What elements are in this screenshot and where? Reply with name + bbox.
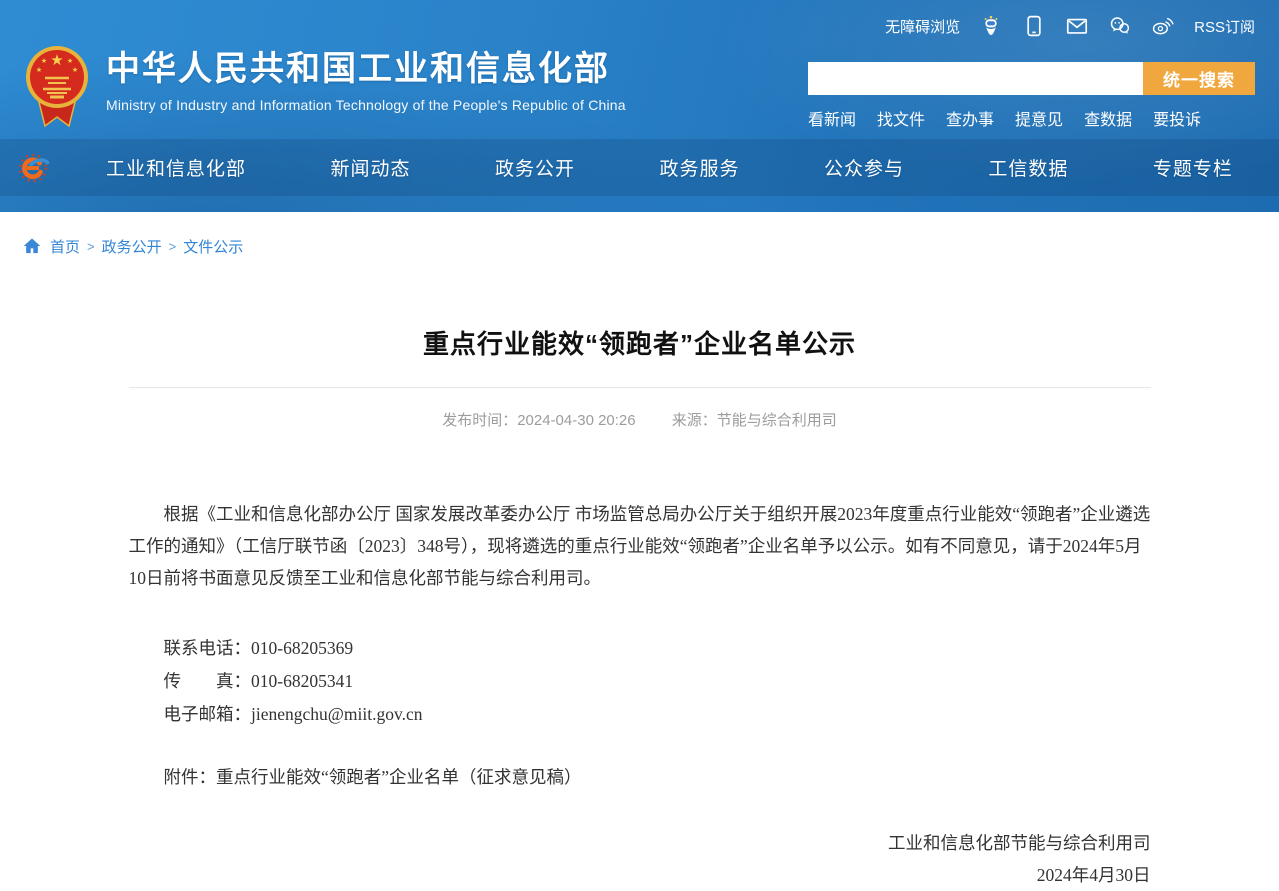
quick-links: 看新闻 找文件 查办事 提意见 查数据 要投诉 [808, 106, 1255, 130]
page: 无障碍浏览 [0, 0, 1279, 891]
utility-bar: 无障碍浏览 [885, 14, 1255, 38]
svg-text:★: ★ [36, 66, 42, 74]
national-emblem-icon: ★ ★ ★ ★ ★ [24, 44, 90, 130]
breadcrumb-gov-affairs[interactable]: 政务公开 [102, 236, 162, 257]
svg-text:★: ★ [50, 52, 63, 69]
rss-link[interactable]: RSS订阅 [1194, 16, 1255, 37]
weibo-icon[interactable] [1151, 14, 1175, 38]
quick-link-data[interactable]: 查数据 [1084, 106, 1132, 130]
wechat-icon[interactable] [1108, 14, 1132, 38]
signature-org: 工业和信息化部节能与综合利用司 [129, 827, 1151, 859]
robot-assistant-icon[interactable] [979, 14, 1003, 38]
site-title-block: 中华人民共和国工业和信息化部 Ministry of Industry and … [106, 44, 626, 113]
contact-block: 联系电话：010-68205369 传 真：010-68205341 电子邮箱：… [129, 632, 1151, 731]
site-header: 无障碍浏览 [0, 0, 1279, 212]
breadcrumb-separator: > [169, 239, 177, 254]
signature-date: 2024年4月30日 [129, 859, 1151, 891]
nav-item-special-topics[interactable]: 专题专栏 [1153, 154, 1233, 181]
gov-site-e-icon [18, 152, 50, 184]
quick-link-news[interactable]: 看新闻 [808, 106, 856, 130]
breadcrumb-separator: > [87, 239, 95, 254]
contact-email: 电子邮箱：jienengchu@miit.gov.cn [129, 698, 1151, 731]
svg-text:★: ★ [67, 57, 73, 65]
search-input[interactable] [808, 62, 1143, 95]
nav-item-public-participation[interactable]: 公众参与 [824, 154, 904, 181]
article: 重点行业能效“领跑者”企业名单公示 发布时间：2024-04-30 20:26 … [129, 280, 1151, 891]
svg-text:★: ★ [72, 66, 78, 74]
site-logo[interactable]: ★ ★ ★ ★ ★ 中华人民共和国工业和信息化部 Ministry of Ind… [24, 44, 626, 130]
breadcrumb-file-publicity[interactable]: 文件公示 [183, 236, 243, 257]
nav-item-news[interactable]: 新闻动态 [330, 154, 410, 181]
contact-fax: 传 真：010-68205341 [129, 665, 1151, 698]
site-subtitle: Ministry of Industry and Information Tec… [106, 97, 626, 113]
page-title: 重点行业能效“领跑者”企业名单公示 [129, 324, 1151, 361]
search-area: 统一搜索 看新闻 找文件 查办事 提意见 查数据 要投诉 [808, 62, 1255, 130]
accessibility-link[interactable]: 无障碍浏览 [885, 16, 960, 37]
breadcrumb-home[interactable]: 首页 [50, 236, 80, 257]
home-icon[interactable] [22, 236, 42, 256]
site-title: 中华人民共和国工业和信息化部 [106, 50, 626, 89]
nav-item-gov-affairs[interactable]: 政务公开 [495, 154, 575, 181]
svg-text:★: ★ [41, 57, 47, 65]
attachment-link[interactable]: 附件：重点行业能效“领跑者”企业名单（征求意见稿） [129, 761, 1151, 793]
nav-item-miit-data[interactable]: 工信数据 [988, 154, 1068, 181]
article-body: 根据《工业和信息化部办公厅 国家发展改革委办公厅 市场监管总局办公厅关于组织开展… [129, 498, 1151, 891]
nav-items: 工业和信息化部 新闻动态 政务公开 政务服务 公众参与 工信数据 专题专栏 [106, 154, 1233, 181]
unified-search-button[interactable]: 统一搜索 [1143, 62, 1255, 95]
quick-link-files[interactable]: 找文件 [877, 106, 925, 130]
nav-item-ministry[interactable]: 工业和信息化部 [106, 154, 246, 181]
breadcrumb: 首页 > 政务公开 > 文件公示 [0, 212, 1279, 280]
main-nav: 工业和信息化部 新闻动态 政务公开 政务服务 公众参与 工信数据 专题专栏 [0, 139, 1279, 196]
mail-icon[interactable] [1065, 14, 1089, 38]
publish-time: 发布时间：2024-04-30 20:26 [442, 412, 635, 429]
body-paragraph: 根据《工业和信息化部办公厅 国家发展改革委办公厅 市场监管总局办公厅关于组织开展… [129, 498, 1151, 594]
article-meta: 发布时间：2024-04-30 20:26 来源：节能与综合利用司 [129, 409, 1151, 430]
mobile-icon[interactable] [1022, 14, 1046, 38]
quick-link-feedback[interactable]: 提意见 [1015, 106, 1063, 130]
nav-item-gov-services[interactable]: 政务服务 [659, 154, 739, 181]
article-source: 来源：节能与综合利用司 [672, 412, 837, 429]
quick-link-services[interactable]: 查办事 [946, 106, 994, 130]
signature-block: 工业和信息化部节能与综合利用司 2024年4月30日 [129, 827, 1151, 891]
quick-link-complaint[interactable]: 要投诉 [1153, 106, 1201, 130]
title-divider [129, 387, 1151, 388]
contact-phone: 联系电话：010-68205369 [129, 632, 1151, 665]
